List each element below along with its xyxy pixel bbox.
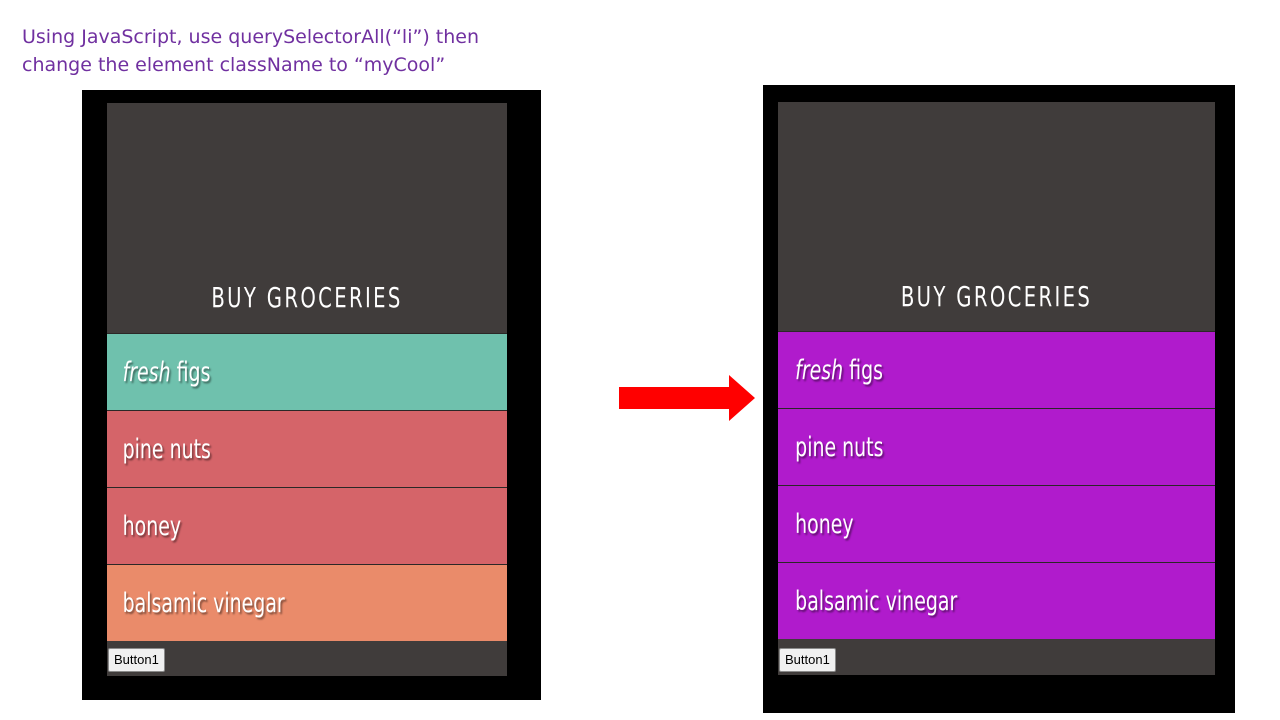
before-app-screen: BUY GROCERIES fresh figs pine nuts honey… [107, 103, 507, 676]
instruction-caption: Using JavaScript, use querySelectorAll(“… [22, 23, 542, 79]
list-item-label: figs [170, 356, 211, 388]
page-title: BUY GROCERIES [900, 280, 1093, 313]
list-item-label: honey [795, 508, 854, 540]
right-arrow-icon [619, 375, 755, 421]
button1[interactable]: Button1 [779, 648, 836, 672]
list-item: honey [778, 485, 1215, 562]
list-item-emphasis: fresh [122, 356, 171, 388]
list-item: pine nuts [107, 410, 507, 487]
list-item-label: figs [843, 354, 884, 386]
grocery-list: fresh figs pine nuts honey balsamic vine… [107, 333, 507, 641]
grocery-list: fresh figs pine nuts honey balsamic vine… [778, 331, 1215, 639]
list-item: balsamic vinegar [778, 562, 1215, 639]
list-item: honey [107, 487, 507, 564]
button1[interactable]: Button1 [108, 648, 165, 672]
after-device-frame: BUY GROCERIES fresh figs pine nuts honey… [763, 85, 1235, 713]
caption-line-1: Using JavaScript, use querySelectorAll(“… [22, 26, 480, 48]
page-title: BUY GROCERIES [211, 281, 403, 314]
list-item: fresh figs [107, 333, 507, 410]
list-item-label: balsamic vinegar [122, 587, 285, 619]
before-device-frame: BUY GROCERIES fresh figs pine nuts honey… [82, 90, 541, 700]
list-item-label: honey [122, 510, 182, 542]
list-item: balsamic vinegar [107, 564, 507, 641]
list-item: fresh figs [778, 331, 1215, 408]
list-item-label: pine nuts [795, 431, 884, 463]
list-item: pine nuts [778, 408, 1215, 485]
list-item-emphasis: fresh [795, 354, 844, 386]
list-item-label: balsamic vinegar [795, 585, 958, 617]
after-app-screen: BUY GROCERIES fresh figs pine nuts honey… [778, 102, 1215, 675]
caption-line-2: change the element className to “myCool” [22, 54, 446, 76]
list-item-label: pine nuts [122, 433, 211, 465]
